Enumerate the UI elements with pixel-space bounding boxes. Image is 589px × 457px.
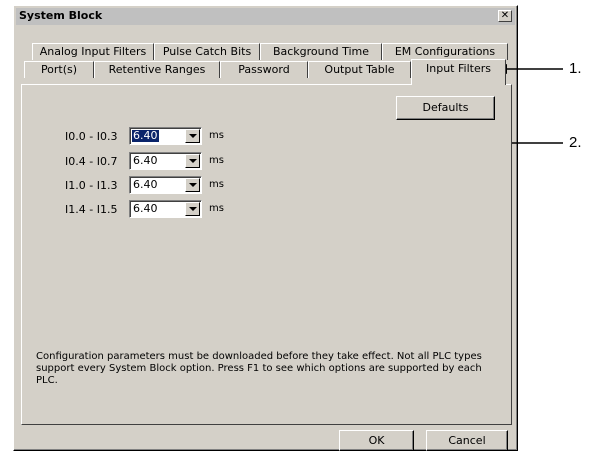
filter-select-i0-0[interactable]: 6.40: [129, 127, 202, 145]
filter-select-i1-0[interactable]: 6.40: [129, 176, 202, 194]
tab-ports[interactable]: Port(s): [24, 61, 94, 78]
filter-unit: ms: [209, 155, 224, 166]
tab-analog-input-filters[interactable]: Analog Input Filters: [32, 43, 154, 60]
close-icon[interactable]: ✕: [498, 10, 512, 22]
cancel-button[interactable]: Cancel: [426, 430, 508, 451]
tab-label: Pulse Catch Bits: [162, 45, 252, 58]
callout-label-1: 1.: [569, 60, 582, 77]
ok-button[interactable]: OK: [339, 430, 414, 451]
tab-retentive-ranges[interactable]: Retentive Ranges: [94, 61, 220, 78]
tab-label: Background Time: [272, 45, 370, 58]
tab-label: EM Configurations: [394, 45, 496, 58]
filter-select-i1-4[interactable]: 6.40: [129, 200, 202, 218]
tab-em-configurations[interactable]: EM Configurations: [382, 43, 508, 60]
filter-unit: ms: [209, 203, 224, 214]
chevron-down-icon[interactable]: [185, 202, 200, 216]
filter-value: 6.40: [133, 202, 158, 215]
title-bar[interactable]: System Block ✕: [16, 8, 515, 25]
filter-value: 6.40: [133, 178, 158, 191]
defaults-button[interactable]: Defaults: [396, 96, 495, 120]
tab-password[interactable]: Password: [220, 61, 308, 78]
info-text: Configuration parameters must be downloa…: [36, 351, 482, 386]
chevron-down-icon[interactable]: [185, 154, 200, 168]
filter-label-i0-0: I0.0 - I0.3: [65, 130, 118, 143]
filter-label-i1-4: I1.4 - I1.5: [65, 203, 118, 216]
tab-label: Retentive Ranges: [108, 63, 206, 76]
filter-label-i1-0: I1.0 - I1.3: [65, 179, 118, 192]
chevron-down-icon[interactable]: [185, 129, 200, 143]
chevron-down-icon[interactable]: [185, 178, 200, 192]
callout-label-2: 2.: [569, 134, 582, 151]
tab-label: Port(s): [40, 63, 78, 76]
filter-select-i0-4[interactable]: 6.40: [129, 152, 202, 170]
tab-label: Password: [238, 63, 290, 76]
tab-input-filters[interactable]: Input Filters: [411, 59, 506, 85]
filter-label-i0-4: I0.4 - I0.7: [65, 155, 118, 168]
filter-unit: ms: [209, 179, 224, 190]
tab-output-table[interactable]: Output Table: [308, 61, 411, 78]
tab-label: Input Filters: [426, 62, 491, 75]
tab-label: Analog Input Filters: [39, 45, 147, 58]
tab-pulse-catch-bits[interactable]: Pulse Catch Bits: [154, 43, 260, 60]
filter-value: 6.40: [132, 129, 159, 142]
filter-unit: ms: [209, 130, 224, 141]
window-title: System Block: [19, 9, 103, 22]
tab-background-time[interactable]: Background Time: [260, 43, 382, 60]
filter-value: 6.40: [133, 154, 158, 167]
tab-label: Output Table: [324, 63, 395, 76]
input-filters-panel: Defaults I0.0 - I0.3 6.40 ms I0.4 - I0.7…: [21, 84, 512, 425]
system-block-dialog: System Block ✕ Analog Input Filters Puls…: [13, 5, 518, 451]
